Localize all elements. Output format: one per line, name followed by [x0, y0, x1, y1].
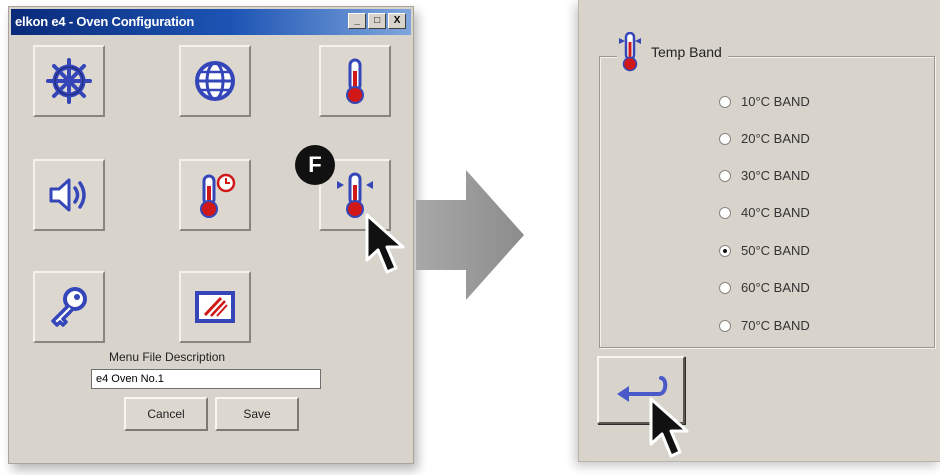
oven-configuration-window: elkon e4 - Oven Configuration _ □ X Menu…: [8, 6, 414, 464]
tile-ship-wheel[interactable]: [33, 45, 105, 117]
radio-option-30c[interactable]: 30°C BAND: [719, 168, 810, 183]
radio-button[interactable]: [719, 132, 731, 145]
mouse-cursor-icon: [365, 213, 405, 274]
menu-file-description-input[interactable]: [91, 369, 321, 389]
radio-option-40c[interactable]: 40°C BAND: [719, 205, 810, 220]
radio-option-70c[interactable]: 70°C BAND: [719, 318, 810, 333]
radio-button[interactable]: [719, 206, 731, 219]
radio-label: 10°C BAND: [741, 94, 810, 109]
window-title-bar: elkon e4 - Oven Configuration _ □ X: [11, 9, 411, 35]
radio-option-20c[interactable]: 20°C BAND: [719, 131, 810, 146]
thermometer-band-icon: [619, 32, 641, 72]
radio-label: 20°C BAND: [741, 131, 810, 146]
thermometer-icon: [346, 58, 364, 104]
radio-option-10c[interactable]: 10°C BAND: [719, 94, 810, 109]
save-button[interactable]: Save: [215, 397, 299, 431]
speaker-icon: [49, 178, 86, 212]
temp-band-header: Temp Band: [617, 32, 728, 72]
temp-band-panel: Temp Band 10°C BAND 20°C BAND 30°C BAND …: [578, 0, 940, 462]
radio-label: 70°C BAND: [741, 318, 810, 333]
radio-button[interactable]: [719, 169, 731, 182]
temp-band-title: Temp Band: [651, 44, 722, 60]
radio-label: 40°C BAND: [741, 205, 810, 220]
tile-thermometer[interactable]: [319, 45, 391, 117]
radio-button[interactable]: [719, 281, 731, 294]
tile-globe[interactable]: [179, 45, 251, 117]
mouse-cursor-icon: [649, 397, 689, 458]
tile-monitor-logo[interactable]: [179, 271, 251, 343]
maximize-button[interactable]: □: [368, 13, 386, 29]
tile-speaker[interactable]: [33, 159, 105, 231]
ship-wheel-icon: [46, 58, 92, 104]
close-button[interactable]: X: [388, 13, 406, 29]
minimize-button[interactable]: _: [348, 13, 366, 29]
globe-icon: [195, 61, 235, 101]
radio-label: 50°C BAND: [741, 243, 810, 258]
radio-option-60c[interactable]: 60°C BAND: [719, 280, 810, 295]
menu-file-description-label: Menu File Description: [109, 350, 226, 364]
cancel-button[interactable]: Cancel: [124, 397, 208, 431]
step-marker-f: F: [295, 145, 335, 185]
transition-arrow-icon: [416, 170, 524, 300]
window-title: elkon e4 - Oven Configuration: [15, 14, 195, 29]
thermometer-clock-icon: [200, 173, 236, 218]
radio-option-50c[interactable]: 50°C BAND: [719, 243, 810, 258]
radio-button[interactable]: [719, 95, 731, 108]
tile-key[interactable]: [33, 271, 105, 343]
monitor-logo-icon: [195, 291, 235, 323]
radio-button[interactable]: [719, 319, 731, 332]
key-icon: [51, 287, 87, 327]
radio-label: 30°C BAND: [741, 168, 810, 183]
radio-label: 60°C BAND: [741, 280, 810, 295]
tile-thermometer-clock[interactable]: [179, 159, 251, 231]
radio-button-selected[interactable]: [719, 244, 731, 257]
